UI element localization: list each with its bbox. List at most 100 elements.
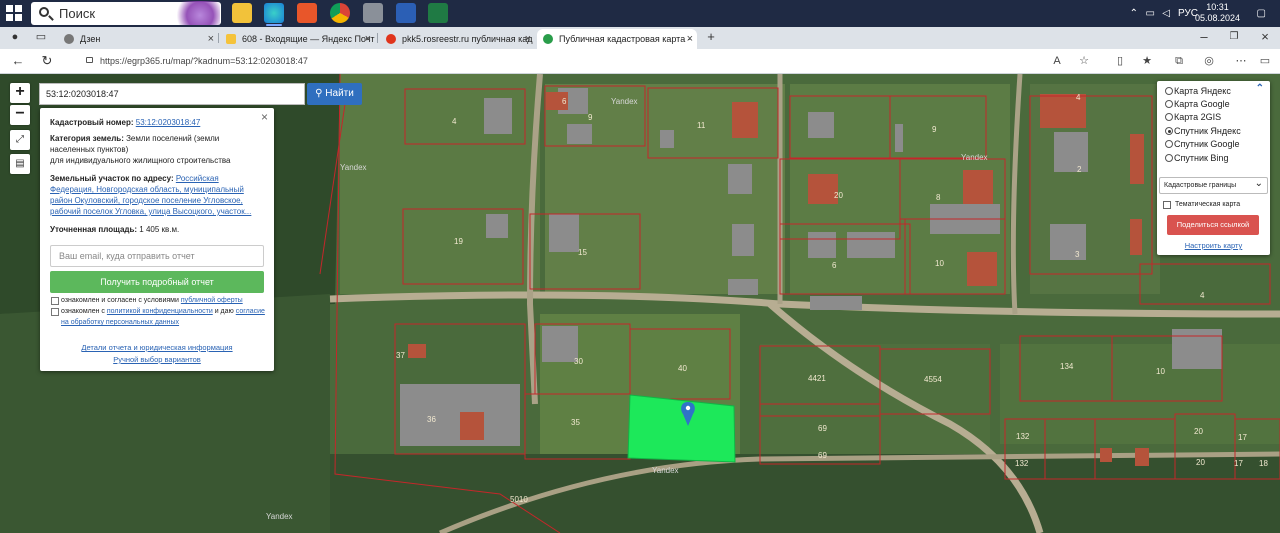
print-icon[interactable]: ▤ bbox=[10, 154, 30, 174]
sidebar-icon[interactable]: ▭ bbox=[1258, 54, 1272, 68]
plot-label: 20 bbox=[1196, 458, 1205, 467]
new-tab-button[interactable]: + bbox=[702, 28, 720, 46]
office-app-icon[interactable] bbox=[297, 3, 317, 23]
zoom-in-button[interactable]: + bbox=[10, 83, 30, 103]
volume-icon[interactable]: ◁ bbox=[1162, 8, 1170, 19]
plot-label: 132 bbox=[1015, 459, 1029, 468]
get-report-button[interactable]: Получить подробный отчет bbox=[50, 271, 264, 293]
address-row: Земельный участок по адресу: Российская … bbox=[50, 174, 252, 216]
offer-consent-checkbox[interactable] bbox=[51, 297, 59, 305]
layer-google-map[interactable]: Карта Google bbox=[1165, 98, 1230, 110]
plot-label: 69 bbox=[818, 451, 827, 460]
close-window-button[interactable]: × bbox=[1256, 28, 1274, 46]
boundaries-select[interactable]: Кадастровые границы bbox=[1159, 176, 1268, 194]
plot-label: 4 bbox=[1076, 93, 1081, 102]
tab-cadastral-map[interactable]: Публичная кадастровая карта - × bbox=[537, 29, 697, 49]
layer-google-satellite[interactable]: Спутник Google bbox=[1165, 138, 1239, 150]
zoom-out-button[interactable]: − bbox=[10, 105, 30, 125]
url-field[interactable]: https://egrp365.ru/map/?kadnum=53:12:020… bbox=[86, 53, 1086, 70]
radio-button[interactable] bbox=[1165, 113, 1173, 121]
plot-label: 3 bbox=[1075, 250, 1080, 259]
back-button[interactable]: ← bbox=[9, 52, 27, 70]
radio-button[interactable] bbox=[1165, 127, 1173, 135]
plot-label: 40 bbox=[678, 364, 687, 373]
close-tab-icon[interactable]: × bbox=[365, 29, 371, 49]
yandex-mail-icon bbox=[226, 34, 236, 44]
plot-label: 35 bbox=[571, 418, 580, 427]
land-category-row: Категория земель: Земли поселений (земли… bbox=[50, 134, 231, 165]
plot-label: 30 bbox=[574, 357, 583, 366]
layer-yandex-map[interactable]: Карта Яндекс bbox=[1165, 85, 1231, 97]
cadastral-number-link[interactable]: 53:12:0203018:47 bbox=[136, 118, 201, 127]
close-icon[interactable]: × bbox=[261, 110, 268, 124]
plot-label: 18 bbox=[1259, 459, 1268, 468]
radio-button[interactable] bbox=[1165, 100, 1173, 108]
refresh-button[interactable]: ↻ bbox=[38, 52, 56, 70]
chevron-up-icon[interactable]: ⌃ bbox=[1256, 83, 1264, 94]
plot-label: 36 bbox=[427, 415, 436, 424]
close-tab-icon[interactable]: × bbox=[208, 29, 214, 49]
manual-selection-link[interactable]: Ручной выбор вариантов bbox=[40, 355, 274, 364]
chevron-up-icon[interactable]: ⌃ bbox=[1130, 8, 1138, 19]
more-menu-icon[interactable]: ⋯ bbox=[1234, 54, 1248, 68]
email-field[interactable]: Ваш email, куда отправить отчет bbox=[50, 245, 264, 267]
profile-icon[interactable]: ● bbox=[6, 28, 24, 46]
browser-tab-bar: ● ▭ Дзен × 608 - Входящие — Яндекс Почт … bbox=[0, 27, 1280, 49]
plot-label: 20 bbox=[1194, 427, 1203, 436]
collections-icon[interactable]: ⧉ bbox=[1172, 54, 1186, 68]
tab-yandex-mail[interactable]: 608 - Входящие — Яндекс Почт × bbox=[220, 29, 375, 49]
plot-label: 10 bbox=[935, 259, 944, 268]
plot-label: 69 bbox=[818, 424, 827, 433]
favorites-icon[interactable]: ★ bbox=[1140, 54, 1154, 68]
share-link-button[interactable]: Поделиться ссылкой bbox=[1167, 215, 1259, 235]
network-icon[interactable]: ▭ bbox=[1146, 8, 1155, 19]
privacy-policy-link[interactable]: политикой конфиденциальности bbox=[107, 308, 213, 315]
find-button[interactable]: ⚲ Найти bbox=[307, 83, 362, 105]
extensions-icon[interactable]: ◎ bbox=[1202, 54, 1216, 68]
close-tab-icon[interactable]: × bbox=[687, 29, 693, 49]
restore-button[interactable]: ❐ bbox=[1225, 28, 1243, 46]
fullscreen-icon[interactable]: ⤢ bbox=[10, 130, 30, 150]
file-explorer-icon[interactable] bbox=[232, 3, 252, 23]
search-highlight-icon bbox=[170, 1, 220, 25]
tab-actions-icon[interactable]: ▭ bbox=[32, 28, 50, 46]
layer-yandex-satellite[interactable]: Спутник Яндекс bbox=[1165, 125, 1241, 137]
word-icon[interactable] bbox=[396, 3, 416, 23]
public-offer-link[interactable]: публичной оферты bbox=[181, 297, 243, 304]
close-tab-icon[interactable]: × bbox=[525, 29, 531, 49]
plot-label: 6 bbox=[832, 261, 837, 270]
layer-2gis-map[interactable]: Карта 2GIS bbox=[1165, 111, 1221, 123]
radio-button[interactable] bbox=[1165, 154, 1173, 162]
lock-icon bbox=[86, 57, 93, 63]
yandex-watermark: Yandex bbox=[652, 466, 679, 475]
plot-label: 6 bbox=[562, 97, 567, 106]
taskbar-clock[interactable]: 10:31 05.08.2024 bbox=[1195, 2, 1240, 24]
app-installer-icon[interactable] bbox=[363, 3, 383, 23]
radio-button[interactable] bbox=[1165, 87, 1173, 95]
excel-icon[interactable] bbox=[428, 3, 448, 23]
checkbox[interactable] bbox=[1163, 201, 1171, 209]
plot-label: 4 bbox=[1200, 291, 1205, 300]
privacy-consent-checkbox[interactable] bbox=[51, 308, 59, 316]
plot-label: 9 bbox=[588, 113, 593, 122]
cadastral-map[interactable]: 4 6 9 11 9 4 2 3 8 19 15 6 10 20 4 37 30… bbox=[0, 74, 1280, 533]
notification-icon[interactable]: ▢ bbox=[1257, 8, 1266, 19]
configure-map-link[interactable]: Настроить карту bbox=[1157, 241, 1270, 250]
plot-label: 2 bbox=[1077, 165, 1082, 174]
layer-bing-satellite[interactable]: Спутник Bing bbox=[1165, 152, 1228, 164]
chrome-icon[interactable] bbox=[330, 3, 350, 23]
radio-button[interactable] bbox=[1165, 140, 1173, 148]
minimize-button[interactable]: – bbox=[1195, 28, 1213, 46]
windows-start-icon[interactable] bbox=[6, 5, 22, 21]
cadastral-search-input[interactable]: 53:12:0203018:47 bbox=[39, 83, 305, 105]
report-details-link[interactable]: Детали отчета и юридическая информация bbox=[40, 343, 274, 352]
tab-zen[interactable]: Дзен × bbox=[58, 29, 218, 49]
edge-browser-icon[interactable] bbox=[264, 3, 284, 26]
tab-pkk5[interactable]: pkk5.rosreestr.ru публичная кад × bbox=[380, 29, 535, 49]
search-icon: ⚲ bbox=[315, 88, 323, 99]
read-aloud-icon[interactable]: A bbox=[1050, 54, 1064, 68]
split-screen-icon[interactable]: ▯ bbox=[1113, 54, 1127, 68]
favorite-star-icon[interactable]: ☆ bbox=[1077, 54, 1091, 68]
plot-label: 20 bbox=[834, 191, 843, 200]
thematic-map-toggle[interactable]: Тематическая карта bbox=[1163, 200, 1240, 210]
